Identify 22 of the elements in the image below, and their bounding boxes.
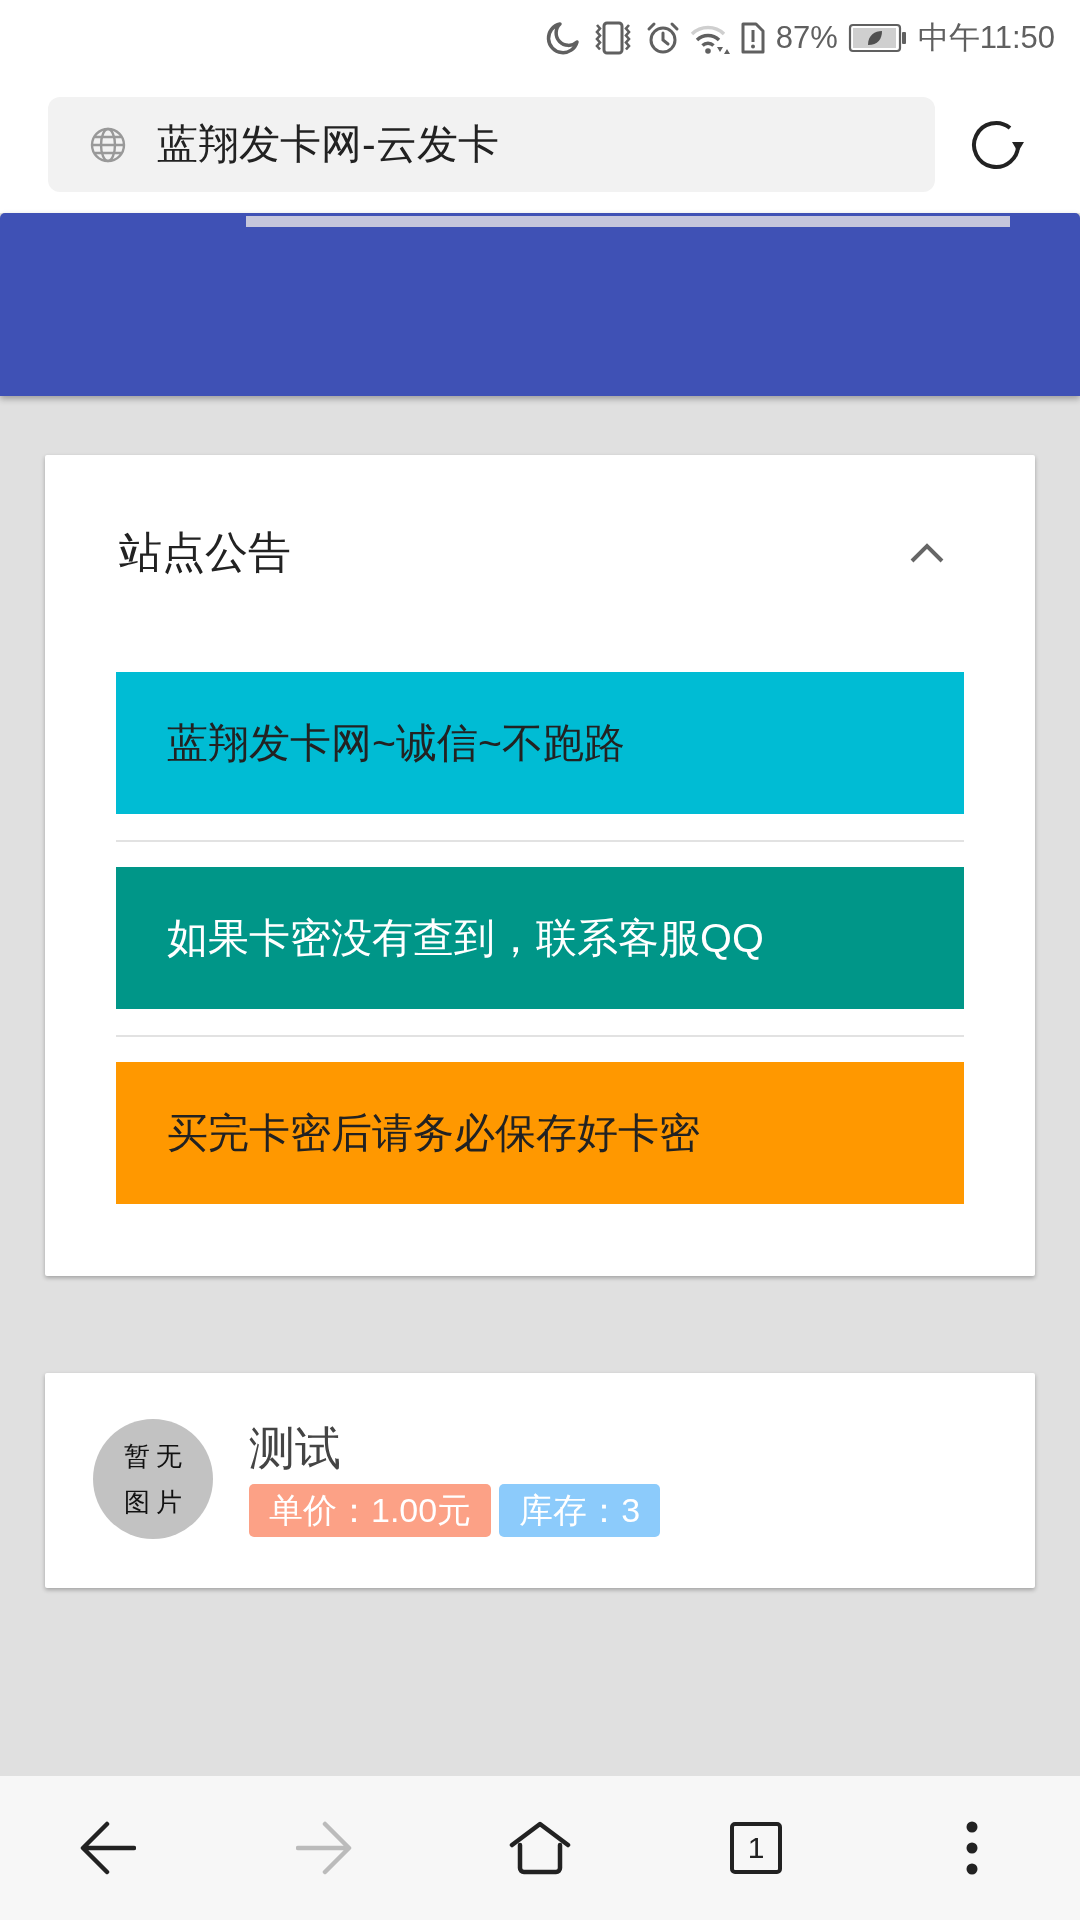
price-tag: 单价：1.00元 (249, 1483, 492, 1537)
menu-icon[interactable] (966, 1821, 978, 1875)
battery-icon (847, 23, 908, 53)
tabs-button[interactable]: 1 (730, 1822, 782, 1874)
notice-banner: 买完卡密后请务必保存好卡密 (116, 1062, 964, 1204)
alarm-clock-icon (645, 21, 680, 55)
product-name: 测试 (249, 1421, 341, 1474)
notice-banner: 蓝翔发卡网~诚信~不跑路 (116, 672, 964, 814)
address-bar[interactable]: 蓝翔发卡网-云发卡 (48, 97, 935, 192)
product-card[interactable]: 暂无图片 测试 单价：1.00元 库存：3 (45, 1373, 1035, 1588)
sim-card-alert-icon (739, 21, 766, 55)
house-icon[interactable] (509, 1821, 571, 1875)
battery-percentage: 87% (775, 20, 838, 56)
stock-tag: 库存：3 (499, 1483, 661, 1537)
clock-time: 中午11:50 (917, 20, 1055, 56)
globe-icon (90, 126, 126, 163)
notice-banner: 如果卡密没有查到，联系客服QQ (116, 867, 964, 1009)
moon-icon (545, 21, 580, 55)
image-placeholder: 暂无图片 (93, 1419, 213, 1539)
arrow-left-icon[interactable] (80, 1821, 136, 1875)
notice-title: 站点公告 (119, 527, 291, 578)
chevron-up-icon[interactable] (909, 542, 945, 564)
